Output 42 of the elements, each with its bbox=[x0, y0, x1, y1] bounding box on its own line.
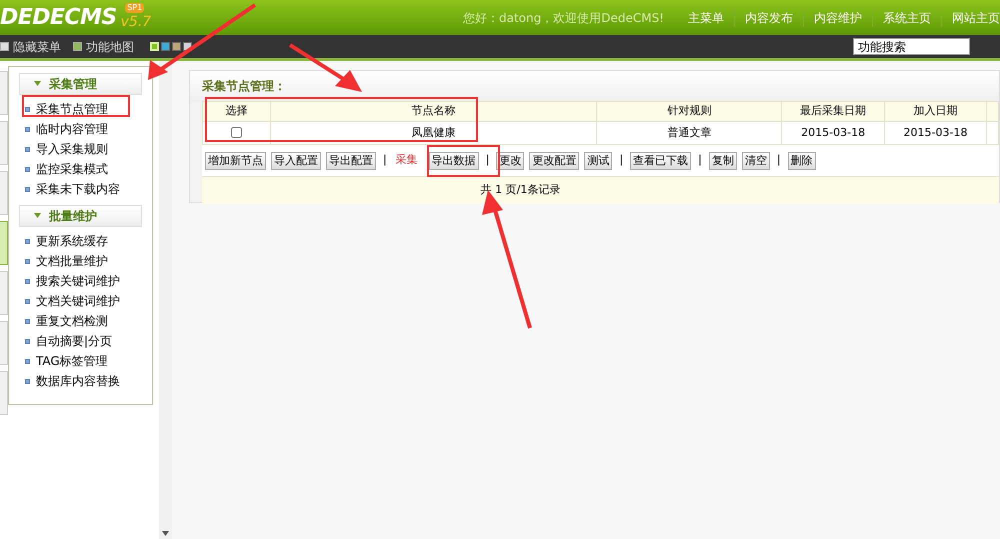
separator-text: | bbox=[618, 152, 624, 168]
menu-item[interactable]: 重复文档检测 bbox=[36, 312, 108, 330]
action-button[interactable]: 查看已下载 bbox=[630, 152, 692, 170]
separator-text: | bbox=[484, 152, 490, 168]
menu-item[interactable]: 监控采集模式 bbox=[36, 160, 108, 178]
search-field[interactable]: 功能搜索 bbox=[853, 38, 970, 55]
version-label: v5.7 bbox=[120, 14, 152, 28]
column-header: 加入日期 bbox=[884, 102, 986, 122]
separator-text: | bbox=[776, 152, 782, 168]
version-badge: SP1 bbox=[125, 2, 144, 12]
menu-item[interactable]: 搜索关键词维护 bbox=[36, 272, 120, 290]
menu-item[interactable]: 文档关键词维护 bbox=[36, 292, 120, 310]
action-button[interactable]: 更改 bbox=[496, 152, 524, 170]
action-button[interactable]: 导入配置 bbox=[271, 152, 321, 170]
column-header: 节点名称 bbox=[270, 102, 597, 122]
column-header: 针对规则 bbox=[596, 102, 782, 122]
menu-item[interactable]: 导入采集规则 bbox=[36, 140, 108, 158]
action-button[interactable]: 测试 bbox=[584, 152, 612, 170]
menu-item[interactable]: 数据库内容替换 bbox=[36, 372, 120, 390]
separator-text: | bbox=[382, 152, 388, 168]
menu-item[interactable]: 文档批量维护 bbox=[36, 252, 108, 270]
logo: DEDECMS bbox=[0, 6, 117, 28]
action-button[interactable]: 更改配置 bbox=[529, 152, 580, 170]
menu-item[interactable]: TAG标签管理 bbox=[36, 352, 108, 370]
toolbar-link[interactable]: 隐藏菜单 bbox=[13, 38, 61, 56]
column-header: 选择 bbox=[202, 102, 270, 122]
menu-item[interactable]: 自动摘要|分页 bbox=[36, 332, 112, 350]
menu-item[interactable]: 采集节点管理 bbox=[36, 100, 108, 118]
action-button[interactable]: 增加新节点 bbox=[205, 152, 266, 170]
column-header: 最后采集日期 bbox=[782, 102, 885, 122]
menu-item[interactable]: 采集未下载内容 bbox=[36, 180, 120, 198]
panel-title: 采集节点管理： bbox=[202, 78, 286, 95]
action-button[interactable]: 导出数据 bbox=[428, 152, 479, 170]
action-button[interactable]: 复制 bbox=[708, 152, 737, 170]
greeting-text: 您好：datong，欢迎使用DedeCMS! bbox=[462, 10, 664, 26]
action-button[interactable]: 清空 bbox=[742, 152, 770, 170]
action-button[interactable]: 删除 bbox=[788, 152, 816, 170]
separator-text: | bbox=[697, 152, 703, 168]
menu-item[interactable]: 更新系统缓存 bbox=[36, 232, 108, 250]
action-button[interactable]: 导出配置 bbox=[326, 152, 376, 170]
menu-item[interactable]: 临时内容管理 bbox=[36, 120, 108, 138]
toolbar-link[interactable]: 功能地图 bbox=[86, 38, 134, 56]
